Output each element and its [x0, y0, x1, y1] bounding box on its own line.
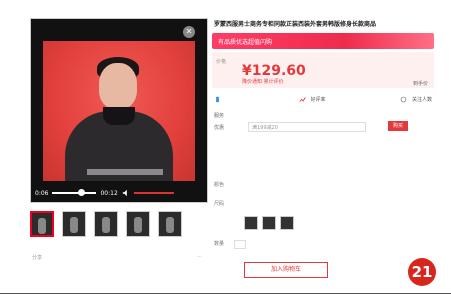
- stats-row: 好评率 关注人数: [214, 96, 432, 103]
- color-row: 颜色: [214, 181, 436, 188]
- service-label: 服务: [214, 113, 225, 119]
- close-video-button[interactable]: ✕: [183, 26, 195, 38]
- product-video[interactable]: [43, 41, 195, 181]
- favorites-label: 关注人数: [411, 97, 432, 103]
- duration: 00:12: [100, 189, 118, 197]
- presenter-face: [99, 63, 137, 109]
- price-note: 降价通知 累计评价: [242, 79, 284, 85]
- price-label: 价格: [216, 59, 227, 65]
- video-player[interactable]: 0:06 00:12: [30, 18, 208, 203]
- progress-bar[interactable]: [52, 189, 97, 196]
- thumbnail-1[interactable]: [30, 211, 54, 237]
- video-caption: [87, 169, 163, 175]
- price-right: 到手价: [412, 81, 428, 87]
- size-row: 尺码: [214, 200, 436, 207]
- quantity-stepper[interactable]: [234, 240, 247, 249]
- share-row: 分享 ···: [32, 254, 202, 261]
- swatch-row: [244, 216, 451, 230]
- size-label: 尺码: [214, 201, 225, 207]
- thumbnail-figure: [70, 217, 78, 233]
- presenter-collar: [103, 107, 135, 125]
- add-to-cart-button[interactable]: 加入购物车: [244, 262, 328, 278]
- page-frame: 0:06 00:12 ✕ 分享 ··· 罗蒙西服男士商务专柜同款正装西装外套男韩…: [0, 0, 451, 294]
- price-value: ¥129.60: [242, 63, 306, 79]
- figure-number-badge: 21: [408, 258, 436, 286]
- thumbnail-figure: [134, 217, 142, 233]
- color-label: 颜色: [214, 182, 225, 188]
- volume-icon[interactable]: [122, 189, 130, 197]
- favorites-stat[interactable]: 好评率: [299, 96, 326, 103]
- thumbnail-figure: [166, 217, 174, 233]
- volume-bar[interactable]: [133, 192, 174, 194]
- buy-button[interactable]: 购买: [388, 121, 408, 131]
- product-title: 罗蒙西服男士商务专柜同款正装西装外套男韩版修身长款商品: [214, 21, 377, 28]
- thumbnail-2[interactable]: [62, 211, 86, 237]
- phone-icon: [216, 96, 219, 103]
- video-controls[interactable]: 0:06 00:12: [35, 186, 185, 200]
- price-box: 价格 ¥129.60 降价通知 累计评价 到手价: [212, 52, 434, 88]
- color-swatch-3[interactable]: [280, 216, 294, 230]
- quantity-label: 数量: [214, 241, 225, 247]
- thumbnail-strip: [30, 211, 200, 237]
- refresh-icon: [401, 96, 407, 103]
- color-swatch-2[interactable]: [262, 216, 276, 230]
- thumbnail-4[interactable]: [126, 211, 150, 237]
- current-time: 0:06: [35, 189, 49, 197]
- coupon-input[interactable]: 满199减20: [248, 122, 366, 132]
- thumbnail-figure: [102, 217, 110, 233]
- service-line: 服务: [214, 112, 414, 119]
- thumbnail-5[interactable]: [158, 211, 182, 237]
- share-stat[interactable]: 关注人数: [400, 96, 432, 103]
- thumbnail-figure: [38, 218, 46, 234]
- trend-icon: [299, 97, 306, 102]
- quantity-row: 数量: [214, 240, 436, 249]
- coupon-label: 优惠: [214, 125, 225, 131]
- share-link[interactable]: 分享: [32, 254, 42, 261]
- rating-stat[interactable]: [214, 96, 224, 103]
- progress-knob[interactable]: [78, 189, 86, 196]
- rating-label: 好评率: [310, 97, 326, 103]
- report-link[interactable]: ···: [197, 254, 202, 261]
- promo-banner: 有品质优选超值闪购: [212, 33, 434, 49]
- color-swatch-1[interactable]: [244, 216, 258, 230]
- thumbnail-3[interactable]: [94, 211, 118, 237]
